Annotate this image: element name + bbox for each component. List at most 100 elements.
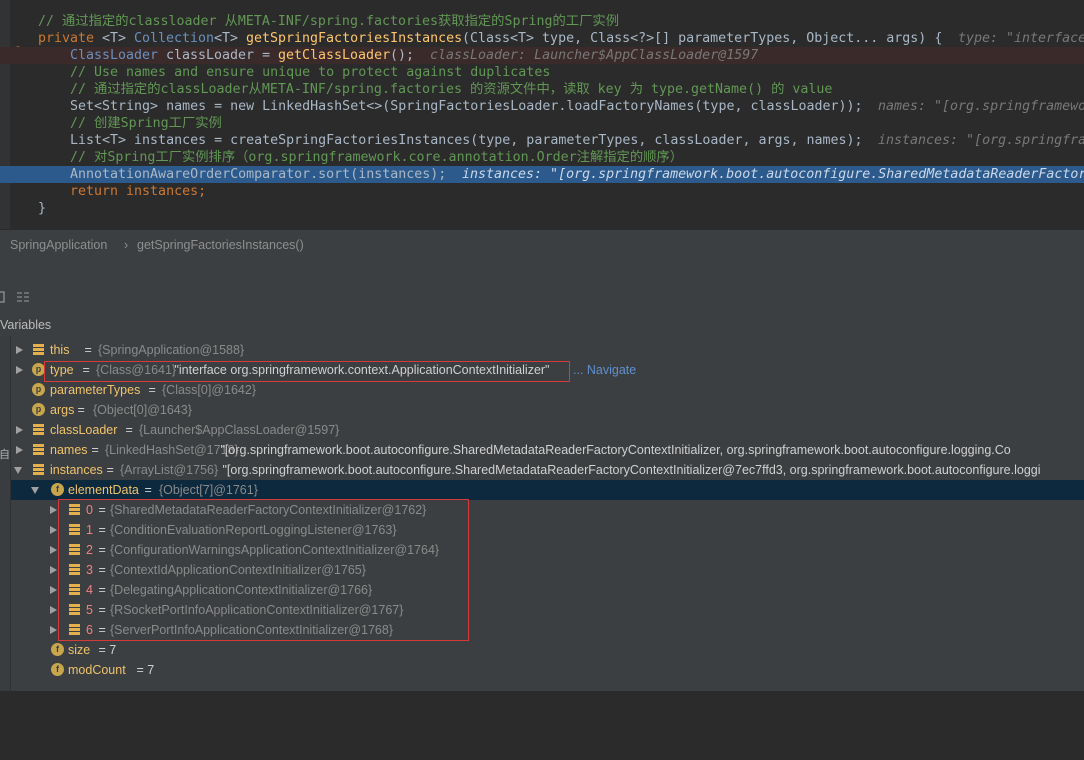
code-line-1[interactable]: // 通过指定的classloader 从META-INF/spring.fac… [0,13,1084,30]
code-text: classLoader = [158,48,279,63]
expand-arrow-icon[interactable] [50,566,57,574]
var-ref: {Class[0]@1642} [162,383,257,397]
var-name: parameterTypes [50,383,141,397]
code-statement: Set<String> names = new LinkedHashSet<>(… [70,99,863,114]
var-ref: {Launcher$AppClassLoader@1597} [139,423,340,437]
variable-row-parametertypes[interactable]: p parameterTypes = {Class[0]@1642} [11,380,1084,400]
code-line-9[interactable]: // 对Spring工厂实例排序（org.springframework.cor… [0,149,1084,166]
var-value: "[org.springframework.boot.autoconfigure… [217,443,1011,457]
method-params: (Class<T> type, Class<?>[] parameterType… [462,31,943,46]
collapse-arrow-icon[interactable] [31,487,39,494]
variable-row-names[interactable]: names = {LinkedHashSet@1718} "[org.sprin… [11,440,1084,460]
field-icon [33,464,44,475]
expand-arrow-icon[interactable] [16,426,23,434]
expand-arrow-icon[interactable] [50,606,57,614]
field-icon [33,424,44,435]
expand-arrow-icon[interactable] [16,346,23,354]
code-line-5[interactable]: // 通过指定的classLoader从META-INF/spring.fact… [0,81,1084,98]
var-value: "[org.springframework.boot.autoconfigure… [219,463,1041,477]
var-name: elementData [68,483,139,497]
code-line-4[interactable]: // Use names and ensure unique to protec… [0,64,1084,81]
var-eq: = [141,483,156,497]
code-line-2[interactable]: private <T> Collection <T> getSpringFact… [0,30,1084,47]
layout-icon[interactable] [0,291,6,303]
type-classloader: ClassLoader [70,48,159,63]
field-icon [33,344,44,355]
parameter-icon: p [32,383,45,396]
code-line-8[interactable]: List<T> instances = createSpringFactorie… [0,132,1084,149]
debug-variables-panel: Variables 自 this = {SpringApplication@15… [0,262,1084,691]
var-name: this [50,343,70,357]
code-line-12[interactable]: } [0,200,1084,217]
expand-arrow-icon[interactable] [50,506,57,514]
breadcrumb-method[interactable]: getSpringFactoriesInstances() [137,238,304,252]
expand-arrow-icon[interactable] [50,546,57,554]
var-name: size [68,643,91,657]
breadcrumb: SpringApplication › getSpringFactoriesIn… [0,229,1084,263]
code-statement: AnnotationAwareOrderComparator.sort(inst… [70,167,447,182]
parameter-icon: p [32,403,45,416]
keyword-private: private [38,31,95,46]
code-comment: // Use names and ensure unique to protec… [70,65,551,80]
method-call: getClassLoader [278,48,391,63]
expand-arrow-icon[interactable] [50,586,57,594]
method-name: getSpringFactoriesInstances [246,31,463,46]
code-line-11[interactable]: return instances; [0,183,1084,200]
strip-glyph[interactable]: 自 [0,446,10,462]
variable-row-args[interactable]: p args = {Object[0]@1643} [11,400,1084,420]
expand-arrow-icon[interactable] [50,526,57,534]
code-editor[interactable]: // 通过指定的classloader 从META-INF/spring.fac… [0,0,1084,229]
code-line-10-current[interactable]: AnnotationAwareOrderComparator.sort(inst… [0,166,1084,183]
expand-arrow-icon[interactable] [50,626,57,634]
var-value: = 7 [133,663,155,677]
expand-arrow-icon[interactable] [16,366,23,374]
code-comment: // 创建Spring工厂实例 [70,116,222,131]
collapse-arrow-icon[interactable] [14,467,22,474]
code-comment: // 通过指定的classloader 从META-INF/spring.fac… [38,14,619,29]
code-line-6[interactable]: Set<String> names = new LinkedHashSet<>(… [0,98,1084,115]
inline-hint-instances: instances: "[org.springfra [878,133,1084,148]
code-text: (); [390,48,415,63]
inline-hint-instances-current: instances: "[org.springframework.boot.au… [462,167,1084,182]
expand-arrow-icon[interactable] [16,446,23,454]
var-eq: = [88,443,103,457]
var-name: instances [50,463,103,477]
type-param: <T> [102,31,127,46]
variable-row-size[interactable]: f size = 7 [11,640,1084,660]
code-line-3[interactable]: ClassLoader classLoader = getClassLoader… [0,47,1084,64]
code-statement: List<T> instances = createSpringFactorie… [70,133,863,148]
var-eq: = [103,463,118,477]
variable-row-modcount[interactable]: f modCount = 7 [11,660,1084,680]
highlight-box-type [44,361,570,382]
inline-hint-classloader: classLoader: Launcher$AppClassLoader@159… [430,48,759,63]
var-name: names [50,443,88,457]
variable-row-instances[interactable]: instances = {ArrayList@1756} "[org.sprin… [11,460,1084,480]
variable-row-classloader[interactable]: classLoader = {Launcher$AppClassLoader@1… [11,420,1084,440]
panel-title: Variables [0,318,52,332]
field-f-icon: f [51,643,64,656]
left-toolstrip: 自 [0,336,11,691]
code-statement: return instances; [70,184,207,199]
field-f-icon: f [51,483,64,496]
var-ref: {Object[7]@1761} [159,483,258,497]
breadcrumb-class[interactable]: SpringApplication [10,238,107,252]
variable-row-this[interactable]: this = {SpringApplication@1588} [11,340,1084,360]
var-ref: {Object[0]@1643} [93,403,192,417]
var-eq: = [81,343,96,357]
code-comment: // 通过指定的classLoader从META-INF/spring.fact… [70,82,833,97]
variable-row-elementdata[interactable]: f elementData = {Object[7]@1761} [11,480,1084,500]
var-eq: = [122,423,137,437]
breadcrumb-separator: › [124,238,129,252]
code-statement: } [38,201,47,216]
navigate-link[interactable]: ... Navigate [573,360,636,380]
return-type: Collection [134,31,215,46]
inline-hint-type: type: "interface [958,31,1084,46]
return-type-param: <T> [214,31,239,46]
var-name: args [50,403,75,417]
restore-layout-icon[interactable] [16,291,30,303]
var-value: = 7 [95,643,117,657]
var-name: modCount [68,663,126,677]
var-eq: = [74,403,89,417]
code-line-7[interactable]: // 创建Spring工厂实例 [0,115,1084,132]
inline-hint-names: names: "[org.springframewo [878,99,1084,114]
